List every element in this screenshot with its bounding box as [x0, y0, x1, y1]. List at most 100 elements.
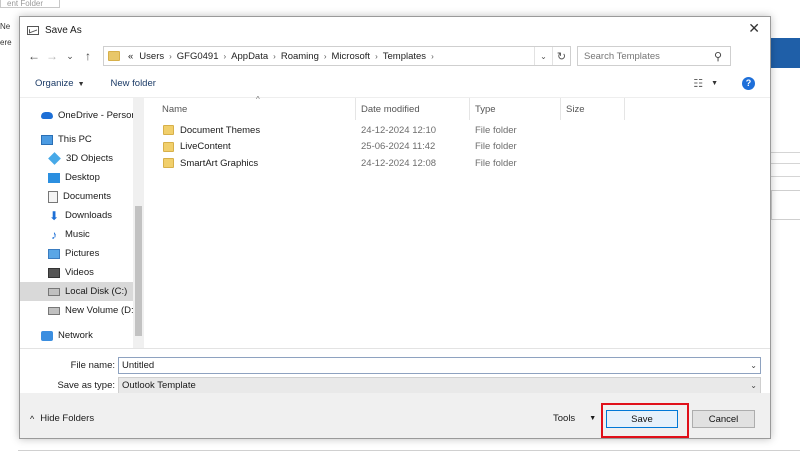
- breadcrumb-templates[interactable]: Templates: [380, 51, 429, 62]
- sidebar-item-label: Videos: [65, 267, 94, 278]
- breadcrumb-roaming[interactable]: Roaming: [278, 51, 322, 62]
- folder-icon: [108, 51, 120, 61]
- sidebar-item-onedrive[interactable]: OneDrive - Person: [20, 106, 144, 125]
- sidebar-item-3d-objects[interactable]: 3D Objects: [20, 149, 144, 168]
- column-header-type[interactable]: Type: [470, 98, 561, 120]
- background-divider: [18, 450, 800, 451]
- dialog-title: Save As: [45, 24, 82, 36]
- up-arrow-icon[interactable]: ↑: [79, 49, 97, 63]
- chevron-right-icon: ›: [323, 51, 327, 61]
- network-icon: [41, 330, 53, 341]
- search-icon[interactable]: ⚲: [714, 50, 722, 63]
- chevron-right-icon: ›: [223, 51, 227, 61]
- sidebar-item-videos[interactable]: Videos: [20, 263, 144, 282]
- computer-icon: [41, 134, 53, 145]
- sidebar-item-new-volume-d[interactable]: New Volume (D:: [20, 301, 144, 320]
- document-icon: [48, 190, 58, 203]
- file-list: ^ Name Date modified Type Size Document …: [144, 95, 770, 348]
- dialog-titlebar[interactable]: Save As ✕: [20, 17, 770, 43]
- folder-icon: [163, 125, 174, 136]
- sidebar-item-pictures[interactable]: Pictures: [20, 244, 144, 263]
- caret-down-icon: ▼: [77, 80, 85, 88]
- background-divider: [771, 176, 800, 177]
- forward-arrow-icon[interactable]: →: [43, 49, 61, 63]
- search-input[interactable]: [584, 50, 714, 62]
- breadcrumb-gfg0491[interactable]: GFG0491: [174, 51, 222, 62]
- sidebar-item-label: Pictures: [65, 248, 100, 259]
- address-dropdown-icon[interactable]: ⌄: [534, 47, 552, 65]
- column-headers: ^ Name Date modified Type Size: [144, 95, 770, 120]
- chevron-down-icon[interactable]: ⌄: [750, 361, 757, 370]
- back-arrow-icon[interactable]: ←: [25, 49, 43, 63]
- save-form: File name: Untitled ⌄ Save as type: Outl…: [20, 348, 770, 394]
- dialog-footer: ^ Hide Folders Tools ▼ Save Cancel: [20, 393, 770, 438]
- caret-down-icon: ▼: [589, 415, 597, 422]
- cube-icon: [48, 152, 61, 165]
- breadcrumb-users[interactable]: Users: [136, 51, 167, 62]
- sidebar-item-music[interactable]: ♪ Music: [20, 225, 144, 244]
- sidebar-item-label: Desktop: [65, 172, 100, 183]
- background-folder-box: ent Folder: [0, 0, 60, 8]
- file-name-input[interactable]: Untitled ⌄: [118, 356, 761, 374]
- background-blue-bar: [771, 38, 800, 68]
- breadcrumb-appdata[interactable]: AppData: [228, 51, 271, 62]
- sidebar-item-label: Local Disk (C:): [65, 286, 128, 297]
- tools-button[interactable]: Tools ▼: [553, 413, 596, 424]
- sidebar-item-documents[interactable]: Documents: [20, 187, 144, 206]
- navigation-pane: OneDrive - Person This PC 3D Objects Des…: [20, 98, 144, 348]
- sidebar-item-label: Music: [65, 229, 90, 240]
- sidebar-item-label: 3D Objects: [66, 153, 113, 164]
- onedrive-icon: [41, 112, 53, 119]
- background-divider: [771, 163, 800, 164]
- close-icon[interactable]: ✕: [748, 20, 760, 37]
- organize-button[interactable]: Organize ▼: [35, 78, 85, 89]
- navigation-scrollbar[interactable]: [133, 98, 144, 348]
- video-icon: [48, 267, 60, 278]
- pictures-icon: [48, 248, 60, 259]
- sidebar-item-label: Downloads: [65, 210, 112, 221]
- search-box[interactable]: ⚲: [577, 46, 731, 66]
- chevron-down-icon[interactable]: ⌄: [750, 381, 757, 390]
- sidebar-item-downloads[interactable]: ⬇ Downloads: [20, 206, 144, 225]
- background-text-fragment: ere: [0, 38, 12, 47]
- file-name: LiveContent: [180, 141, 231, 153]
- file-date: 25-06-2024 11:42: [361, 141, 436, 153]
- background-text-fragment: Ne: [0, 22, 11, 31]
- sidebar-item-this-pc[interactable]: This PC: [20, 130, 144, 149]
- hide-folders-button[interactable]: ^ Hide Folders: [30, 413, 94, 424]
- cancel-button[interactable]: Cancel: [692, 410, 755, 428]
- column-header-name[interactable]: Name: [144, 98, 356, 120]
- breadcrumb-overflow-icon[interactable]: «: [125, 51, 136, 62]
- column-header-date-modified[interactable]: Date modified: [356, 98, 470, 120]
- tools-label: Tools: [553, 413, 576, 424]
- file-row-smartart-graphics[interactable]: SmartArt Graphics 24-12-2024 12:08 File …: [144, 155, 770, 172]
- background-divider: [771, 152, 800, 153]
- disk-icon: [48, 306, 60, 315]
- scrollbar-thumb[interactable]: [135, 206, 142, 336]
- navigation-bar: ← → ⌄ ↑ « Users › GFG0491 › AppData › Ro…: [20, 43, 770, 69]
- address-bar[interactable]: « Users › GFG0491 › AppData › Roaming › …: [103, 46, 571, 66]
- breadcrumb-microsoft[interactable]: Microsoft: [329, 51, 374, 62]
- browser-content: OneDrive - Person This PC 3D Objects Des…: [20, 95, 770, 348]
- file-row-livecontent[interactable]: LiveContent 25-06-2024 11:42 File folder: [144, 139, 770, 156]
- view-options-icon[interactable]: ☷: [693, 77, 703, 90]
- file-row-document-themes[interactable]: Document Themes 24-12-2024 12:10 File fo…: [144, 122, 770, 139]
- new-folder-button[interactable]: New folder: [111, 78, 156, 89]
- sidebar-item-desktop[interactable]: Desktop: [20, 168, 144, 187]
- sidebar-item-network[interactable]: Network: [20, 326, 144, 345]
- sidebar-item-local-disk-c[interactable]: Local Disk (C:): [20, 282, 144, 301]
- download-icon: ⬇: [48, 208, 60, 223]
- sidebar-item-label: This PC: [58, 134, 92, 145]
- save-button[interactable]: Save: [606, 410, 678, 428]
- sidebar-item-label: Documents: [63, 191, 112, 202]
- recent-locations-chevron-icon[interactable]: ⌄: [61, 51, 79, 62]
- music-icon: ♪: [51, 227, 57, 242]
- refresh-icon[interactable]: ↻: [552, 47, 570, 65]
- file-name: SmartArt Graphics: [180, 157, 259, 169]
- help-icon[interactable]: ?: [742, 76, 755, 90]
- file-type: File folder: [475, 141, 517, 153]
- caret-down-icon[interactable]: ▼: [711, 80, 718, 87]
- save-as-type-select[interactable]: Outlook Template ⌄: [118, 376, 761, 394]
- column-header-size[interactable]: Size: [561, 98, 625, 120]
- save-as-dialog: Save As ✕ ← → ⌄ ↑ « Users › GFG0491 › Ap…: [19, 16, 771, 439]
